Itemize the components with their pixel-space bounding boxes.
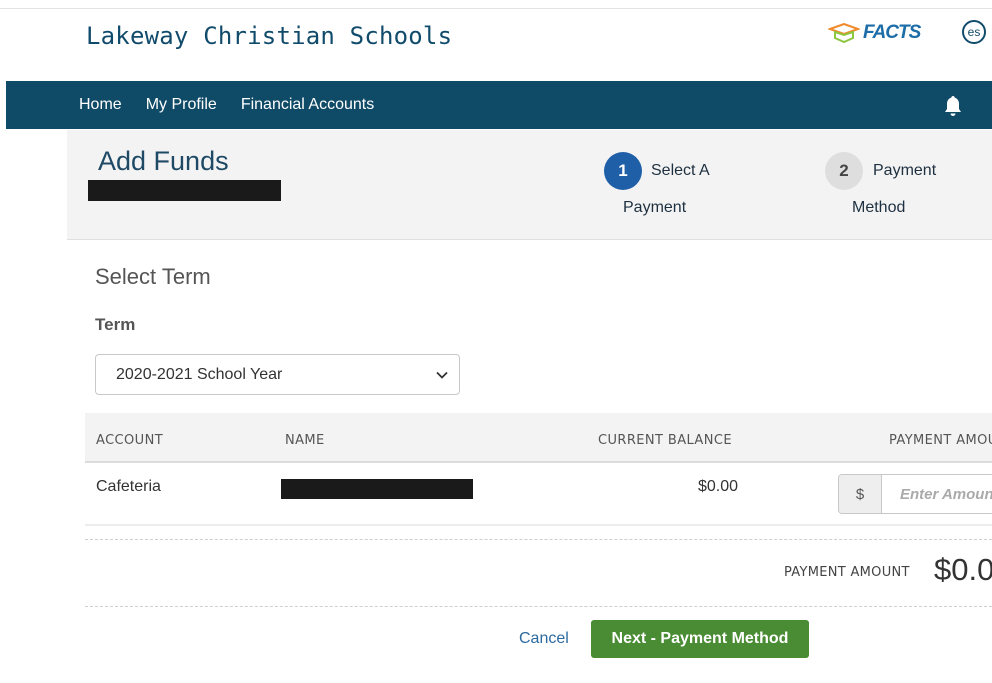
- payment-amount-total-label: PAYMENT AMOUNT: [784, 565, 910, 580]
- next-payment-method-button[interactable]: Next - Payment Method: [591, 620, 809, 658]
- payment-amount-input-group: $: [838, 474, 992, 514]
- facts-logo[interactable]: FACTS: [828, 22, 921, 44]
- accounts-table-header: [85, 413, 992, 463]
- step-1-indicator: 1: [604, 152, 642, 190]
- nav-item-financial-accounts[interactable]: Financial Accounts: [241, 96, 374, 114]
- column-header-account: ACCOUNT: [96, 433, 164, 448]
- currency-prefix: $: [839, 475, 882, 513]
- select-term-heading: Select Term: [95, 264, 211, 289]
- nav-item-my-profile[interactable]: My Profile: [146, 96, 217, 114]
- row-current-balance: $0.00: [698, 478, 739, 495]
- column-header-name: NAME: [285, 433, 325, 448]
- step-2-label-line1: Payment: [873, 162, 937, 179]
- payment-amount-input[interactable]: [882, 475, 992, 513]
- step-1-label-line2: Payment: [623, 199, 687, 216]
- cancel-link[interactable]: Cancel: [519, 630, 569, 648]
- page-title: Add Funds: [98, 146, 229, 176]
- dashed-divider-bottom: [85, 606, 992, 607]
- facts-logo-text: FACTS: [863, 22, 921, 43]
- step-2-indicator: 2: [825, 152, 863, 190]
- column-header-current-balance: CURRENT BALANCE: [598, 433, 732, 448]
- term-select-value: 2020-2021 School Year: [116, 365, 283, 383]
- term-select[interactable]: 2020-2021 School Year: [95, 354, 460, 395]
- term-label: Term: [95, 315, 136, 334]
- school-name: Lakeway Christian Schools: [86, 22, 453, 50]
- row-account: Cafeteria: [96, 478, 161, 495]
- redacted-student-name: [88, 180, 281, 201]
- graduation-cap-icon: [828, 23, 860, 43]
- dashed-divider-top: [85, 539, 992, 540]
- row-divider: [85, 524, 992, 526]
- top-divider: [0, 8, 992, 9]
- language-toggle-button[interactable]: es: [962, 20, 986, 44]
- chevron-down-icon: [436, 371, 448, 379]
- step-2-label-line2: Method: [852, 199, 906, 216]
- main-navbar: Home My Profile Financial Accounts: [6, 81, 992, 129]
- payment-amount-total-value: $0.00: [934, 552, 992, 587]
- redacted-account-name: [281, 479, 473, 499]
- nav-item-home[interactable]: Home: [79, 96, 122, 114]
- bell-icon[interactable]: [941, 94, 965, 118]
- step-1-label-line1: Select A: [651, 162, 710, 179]
- column-header-payment-amount: PAYMENT AMOUNT: [889, 433, 992, 448]
